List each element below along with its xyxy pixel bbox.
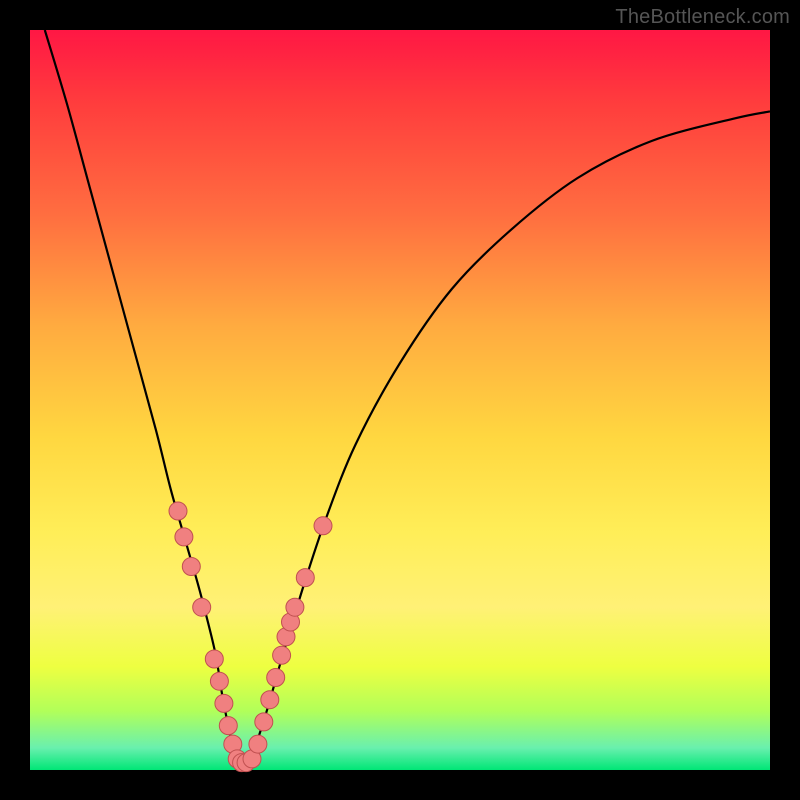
- data-marker: [314, 517, 332, 535]
- marker-group: [169, 502, 332, 772]
- data-marker: [175, 528, 193, 546]
- data-marker: [169, 502, 187, 520]
- chart-frame: TheBottleneck.com: [0, 0, 800, 800]
- data-marker: [296, 569, 314, 587]
- data-marker: [210, 672, 228, 690]
- data-marker: [273, 646, 291, 664]
- data-marker: [219, 717, 237, 735]
- data-marker: [286, 598, 304, 616]
- data-marker: [255, 713, 273, 731]
- plot-area: [30, 30, 770, 770]
- data-marker: [193, 598, 211, 616]
- data-marker: [249, 735, 267, 753]
- data-marker: [205, 650, 223, 668]
- data-marker: [261, 691, 279, 709]
- data-marker: [215, 694, 233, 712]
- curve-layer: [30, 30, 770, 770]
- watermark-text: TheBottleneck.com: [615, 6, 790, 29]
- bottleneck-curve: [45, 30, 770, 765]
- data-marker: [182, 558, 200, 576]
- data-marker: [267, 669, 285, 687]
